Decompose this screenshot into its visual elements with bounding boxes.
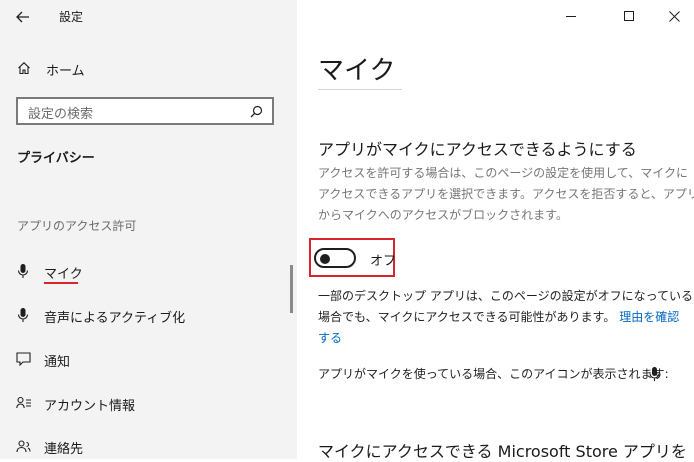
access-description: アクセスを許可する場合は、このページの設定を使用して、マイクに アクセスできるア… <box>318 166 694 222</box>
sidebar: 設定 ホーム 設定の検索 プライバシー アプリのアクセス許可 マイク 音声による… <box>0 0 297 459</box>
page-title: マイク <box>318 56 396 86</box>
sidebar-item-home[interactable]: ホーム <box>0 56 290 82</box>
title-divider <box>318 89 402 90</box>
main-content: マイク アプリがマイクにアクセスできるようにする アクセスを許可する場合は、この… <box>297 0 694 461</box>
home-icon <box>18 62 30 75</box>
toggle-knob <box>320 254 330 264</box>
sidebar-item-voice-activation[interactable]: 音声によるアクティブ化 <box>0 302 288 330</box>
mic-icon-note: アプリがマイクを使っている場合、このアイコンが表示されます: <box>318 367 669 381</box>
search-input[interactable]: 設定の検索 <box>16 97 274 125</box>
back-arrow-icon <box>16 11 29 23</box>
sidebar-item-notifications[interactable]: 通知 <box>0 346 288 374</box>
sidebar-scrollbar[interactable] <box>290 265 293 313</box>
window-title: 設定 <box>59 10 84 24</box>
sidebar-item-contacts[interactable]: 連絡先 <box>0 434 288 459</box>
close-icon <box>668 10 680 22</box>
section-heading: アプリがマイクにアクセスできるようにする <box>318 140 637 159</box>
sidebar-item-account-info[interactable]: アカウント情報 <box>0 390 288 418</box>
back-button[interactable] <box>8 4 38 30</box>
search-icon <box>250 105 263 118</box>
microphone-icon <box>17 308 29 322</box>
maximize-button[interactable] <box>614 0 644 32</box>
learn-why-link-continued[interactable]: する <box>318 331 342 345</box>
microphone-access-toggle[interactable] <box>314 248 356 268</box>
sidebar-item-label: アカウント情報 <box>44 399 136 414</box>
notification-icon <box>16 352 31 366</box>
sidebar-item-label: ホーム <box>46 64 85 79</box>
maximize-icon <box>623 10 634 21</box>
sidebar-item-label: 通知 <box>44 355 71 370</box>
sidebar-item-label: マイク <box>44 267 83 282</box>
contacts-icon <box>16 440 31 453</box>
sidebar-section-title: プライバシー <box>17 151 95 166</box>
desktop-apps-note: 一部のデスクトップ アプリは、このページの設定がオフになっている 場合でも、マイ… <box>318 289 693 345</box>
store-apps-heading: マイクにアクセスできる Microsoft Store アプリを <box>318 442 687 461</box>
microphone-indicator-icon <box>649 367 660 381</box>
minimize-button[interactable] <box>556 0 586 32</box>
sidebar-group-label: アプリのアクセス許可 <box>17 219 137 233</box>
minimize-icon <box>565 15 576 17</box>
sidebar-item-label: 音声によるアクティブ化 <box>44 311 186 326</box>
search-placeholder: 設定の検索 <box>28 107 94 122</box>
toggle-state-label: オフ <box>370 254 397 269</box>
close-button[interactable] <box>659 0 689 32</box>
sidebar-item-label: 連絡先 <box>44 442 84 457</box>
account-info-icon <box>16 396 31 409</box>
microphone-icon <box>17 264 29 278</box>
selection-underline <box>44 282 78 284</box>
learn-why-link[interactable]: 理由を確認 <box>619 310 679 324</box>
